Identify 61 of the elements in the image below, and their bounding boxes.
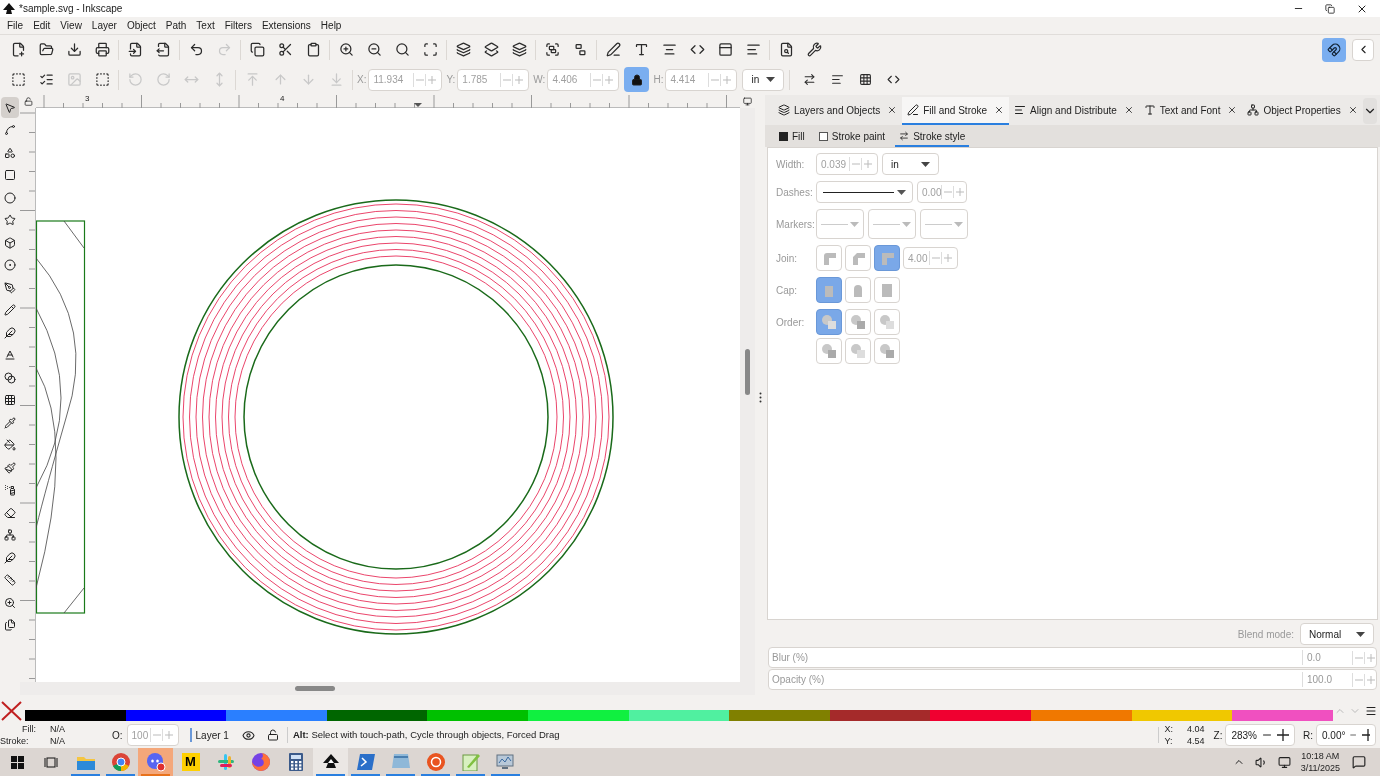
dashes-label: Dashes: — [776, 185, 812, 200]
clock-time[interactable]: 10:18 AM — [1301, 750, 1340, 762]
menu-item[interactable]: Path — [160, 18, 192, 33]
panel-tab[interactable]: Fill and Stroke — [902, 97, 1010, 125]
fill-value: N/A — [50, 723, 65, 735]
order-label: Order: — [776, 316, 806, 330]
menu-item[interactable]: View — [55, 18, 87, 33]
layer-name[interactable]: Layer 1 — [195, 727, 229, 743]
cursor-x-label: X: — [1164, 723, 1174, 735]
clock-date[interactable]: 3/11/2025 — [1300, 762, 1340, 774]
subtab[interactable]: Fill — [775, 127, 809, 147]
blend-mode-dropdown[interactable]: Normal — [1300, 623, 1374, 645]
cursor-y-label: Y: — [1164, 735, 1173, 747]
cursor-y-value: 4.54 — [1187, 735, 1205, 747]
x-label: X: — [357, 73, 367, 87]
width-unit-dropdown[interactable]: in — [882, 153, 939, 175]
menu-item[interactable]: Layer — [86, 18, 122, 33]
cursor-x-value: 4.04 — [1187, 723, 1205, 735]
subtab-label[interactable]: Stroke paint — [831, 128, 886, 144]
tab-label[interactable]: Object Properties — [1263, 102, 1341, 118]
y-label: Y: — [446, 73, 456, 87]
taskbar-app[interactable]: M — [173, 748, 208, 776]
subtab-label[interactable]: Stroke style — [913, 128, 966, 144]
menu-item[interactable]: Text — [191, 18, 220, 33]
menu-item[interactable]: Object — [121, 18, 161, 33]
cap-label: Cap: — [776, 283, 799, 298]
panel-tab[interactable]: Layers and Objects — [773, 97, 903, 125]
opacity-label: O: — [112, 728, 123, 743]
join-label: Join: — [776, 251, 799, 266]
menu-item[interactable]: Edit — [28, 18, 56, 33]
panel-tab[interactable]: Align and Distribute — [1009, 97, 1139, 125]
menu-item[interactable]: File — [2, 18, 29, 33]
zoom-field[interactable]: 283% — [1225, 724, 1295, 746]
rotation-field[interactable]: 0.00° — [1316, 724, 1376, 746]
panel-tab[interactable]: Object Properties — [1242, 97, 1363, 125]
panel-tab[interactable]: Text and Font — [1138, 97, 1243, 125]
zoom-label: Z: — [1213, 728, 1223, 743]
tab-label[interactable]: Align and Distribute — [1030, 102, 1117, 118]
menu-item[interactable]: Extensions — [256, 18, 316, 33]
w-label: W: — [533, 73, 546, 87]
app-logo: M — [181, 753, 200, 771]
tab-label[interactable]: Text and Font — [1159, 102, 1221, 118]
subtab[interactable]: Stroke paint — [814, 127, 890, 147]
tab-label[interactable]: Layers and Objects — [794, 102, 881, 118]
menu-item[interactable]: Filters — [219, 18, 257, 33]
tab-label[interactable]: Fill and Stroke — [923, 102, 988, 118]
status-message: Alt: Select with touch-path, Cycle through objects, Forced Drag — [292, 727, 560, 742]
fill-label: Fill: — [21, 723, 37, 735]
stroke-value: N/A — [50, 735, 65, 747]
unit-dropdown[interactable]: in — [742, 68, 785, 91]
blend-mode-label: Blend mode: — [1237, 627, 1294, 642]
rotation-label: R: — [1303, 728, 1313, 743]
window-title: *sample.svg - Inkscape — [19, 2, 123, 16]
menu-item[interactable]: Help — [315, 18, 347, 33]
subtab-label[interactable]: Fill — [792, 128, 805, 144]
ruler-label: 4 — [280, 93, 285, 105]
h-label: H: — [653, 73, 664, 87]
ruler-label: 3 — [85, 93, 90, 105]
stroke-label: Stroke: — [0, 735, 30, 747]
markers-label: Markers: — [776, 217, 812, 232]
width-label: Width: — [776, 157, 806, 172]
